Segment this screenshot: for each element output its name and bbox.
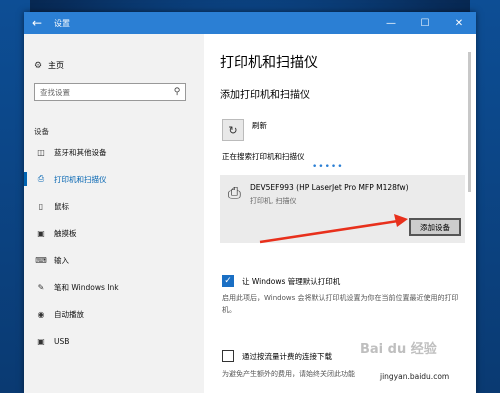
touchpad-icon: ▣: [37, 228, 45, 238]
checkbox-label: 让 Windows 管理默认打印机: [242, 277, 341, 286]
back-arrow-icon[interactable]: ←: [24, 12, 50, 34]
sidebar-item-label: 输入: [54, 255, 69, 265]
title-bar: ← 设置 — ☐ ✕: [24, 12, 476, 34]
autoplay-icon: ◉: [37, 309, 45, 319]
usb-icon: ▣: [37, 336, 45, 346]
sidebar-item-pen[interactable]: ✎ 笔和 Windows Ink: [24, 276, 204, 298]
search-icon[interactable]: ⚲: [169, 87, 185, 97]
progress-dots: •••••: [312, 162, 344, 172]
sidebar-item-label: 笔和 Windows Ink: [54, 282, 119, 292]
refresh-label[interactable]: 刷新: [252, 120, 267, 131]
sidebar-item-autoplay[interactable]: ◉ 自动播放: [24, 303, 204, 325]
sidebar: ⚙ 主页 查找设置 ⚲ 设备 ◫ 蓝牙和其他设备 ⎙ 打印机和扫描仪 ▯ 鼠标 …: [24, 34, 204, 393]
watermark-logo: Bai du 经验: [360, 342, 437, 357]
printer-icon: ⎙: [228, 183, 241, 202]
window-title: 设置: [54, 18, 70, 28]
bluetooth-icon: ◫: [37, 147, 45, 157]
printer-icon: ⎙: [37, 174, 45, 183]
home-nav-item[interactable]: ⚙ 主页: [34, 60, 64, 71]
home-label: 主页: [48, 61, 64, 70]
sidebar-item-bluetooth[interactable]: ◫ 蓝牙和其他设备: [24, 141, 204, 163]
search-input[interactable]: 查找设置 ⚲: [34, 83, 186, 101]
sidebar-item-label: 自动播放: [54, 309, 84, 319]
sidebar-item-label: USB: [54, 336, 70, 346]
device-name: DEV5EF993 (HP LaserJet Pro MFP M128fw): [250, 183, 409, 192]
search-placeholder: 查找设置: [40, 87, 70, 97]
manage-default-printer-checkbox[interactable]: ✓: [222, 275, 234, 287]
maximize-button[interactable]: ☐: [408, 12, 442, 34]
checkbox-description: 启用此项后，Windows 会将默认打印机设置为你在当前位置最近使用的打印机。: [222, 294, 459, 314]
sidebar-item-usb[interactable]: ▣ USB: [24, 330, 204, 352]
watermark: Bai du 经验 jingyan.baidu.com: [360, 338, 449, 381]
sidebar-item-label: 蓝牙和其他设备: [54, 147, 107, 157]
sidebar-item-label: 鼠标: [54, 201, 69, 211]
watermark-url: jingyan.baidu.com: [380, 372, 450, 381]
refresh-icon: ↻: [228, 123, 238, 137]
refresh-button[interactable]: ↻: [222, 119, 244, 141]
close-button[interactable]: ✕: [442, 12, 476, 34]
pen-icon: ✎: [37, 282, 45, 292]
scrollbar[interactable]: [468, 52, 471, 192]
minimize-button[interactable]: —: [374, 12, 408, 34]
device-type: 打印机, 扫描仪: [250, 197, 297, 205]
sidebar-item-label: 触摸板: [54, 228, 77, 238]
sidebar-item-printers[interactable]: ⎙ 打印机和扫描仪: [24, 168, 204, 190]
mouse-icon: ▯: [38, 201, 44, 211]
section-label: 设备: [34, 127, 49, 136]
page-title: 打印机和扫描仪: [220, 55, 318, 71]
sidebar-item-mouse[interactable]: ▯ 鼠标: [24, 195, 204, 217]
metered-download-checkbox[interactable]: [222, 350, 234, 362]
sidebar-item-touchpad[interactable]: ▣ 触摸板: [24, 222, 204, 244]
searching-status: 正在搜索打印机和扫描仪: [222, 152, 305, 161]
checkbox-label: 通过按流量计费的连接下载: [242, 352, 332, 361]
gear-icon: ⚙: [34, 60, 43, 71]
device-list-item[interactable]: ⎙ DEV5EF993 (HP LaserJet Pro MFP M128fw)…: [220, 175, 465, 243]
section-heading: 添加打印机和扫描仪: [220, 90, 310, 101]
add-device-button[interactable]: 添加设备: [409, 218, 461, 236]
sidebar-item-label: 打印机和扫描仪: [54, 174, 107, 184]
sidebar-item-typing[interactable]: ⌨ 输入: [24, 249, 204, 271]
settings-window: ← 设置 — ☐ ✕ ⚙ 主页 查找设置 ⚲ 设备 ◫ 蓝牙和其他设备 ⎙ 打印…: [24, 12, 476, 393]
keyboard-icon: ⌨: [35, 255, 47, 265]
